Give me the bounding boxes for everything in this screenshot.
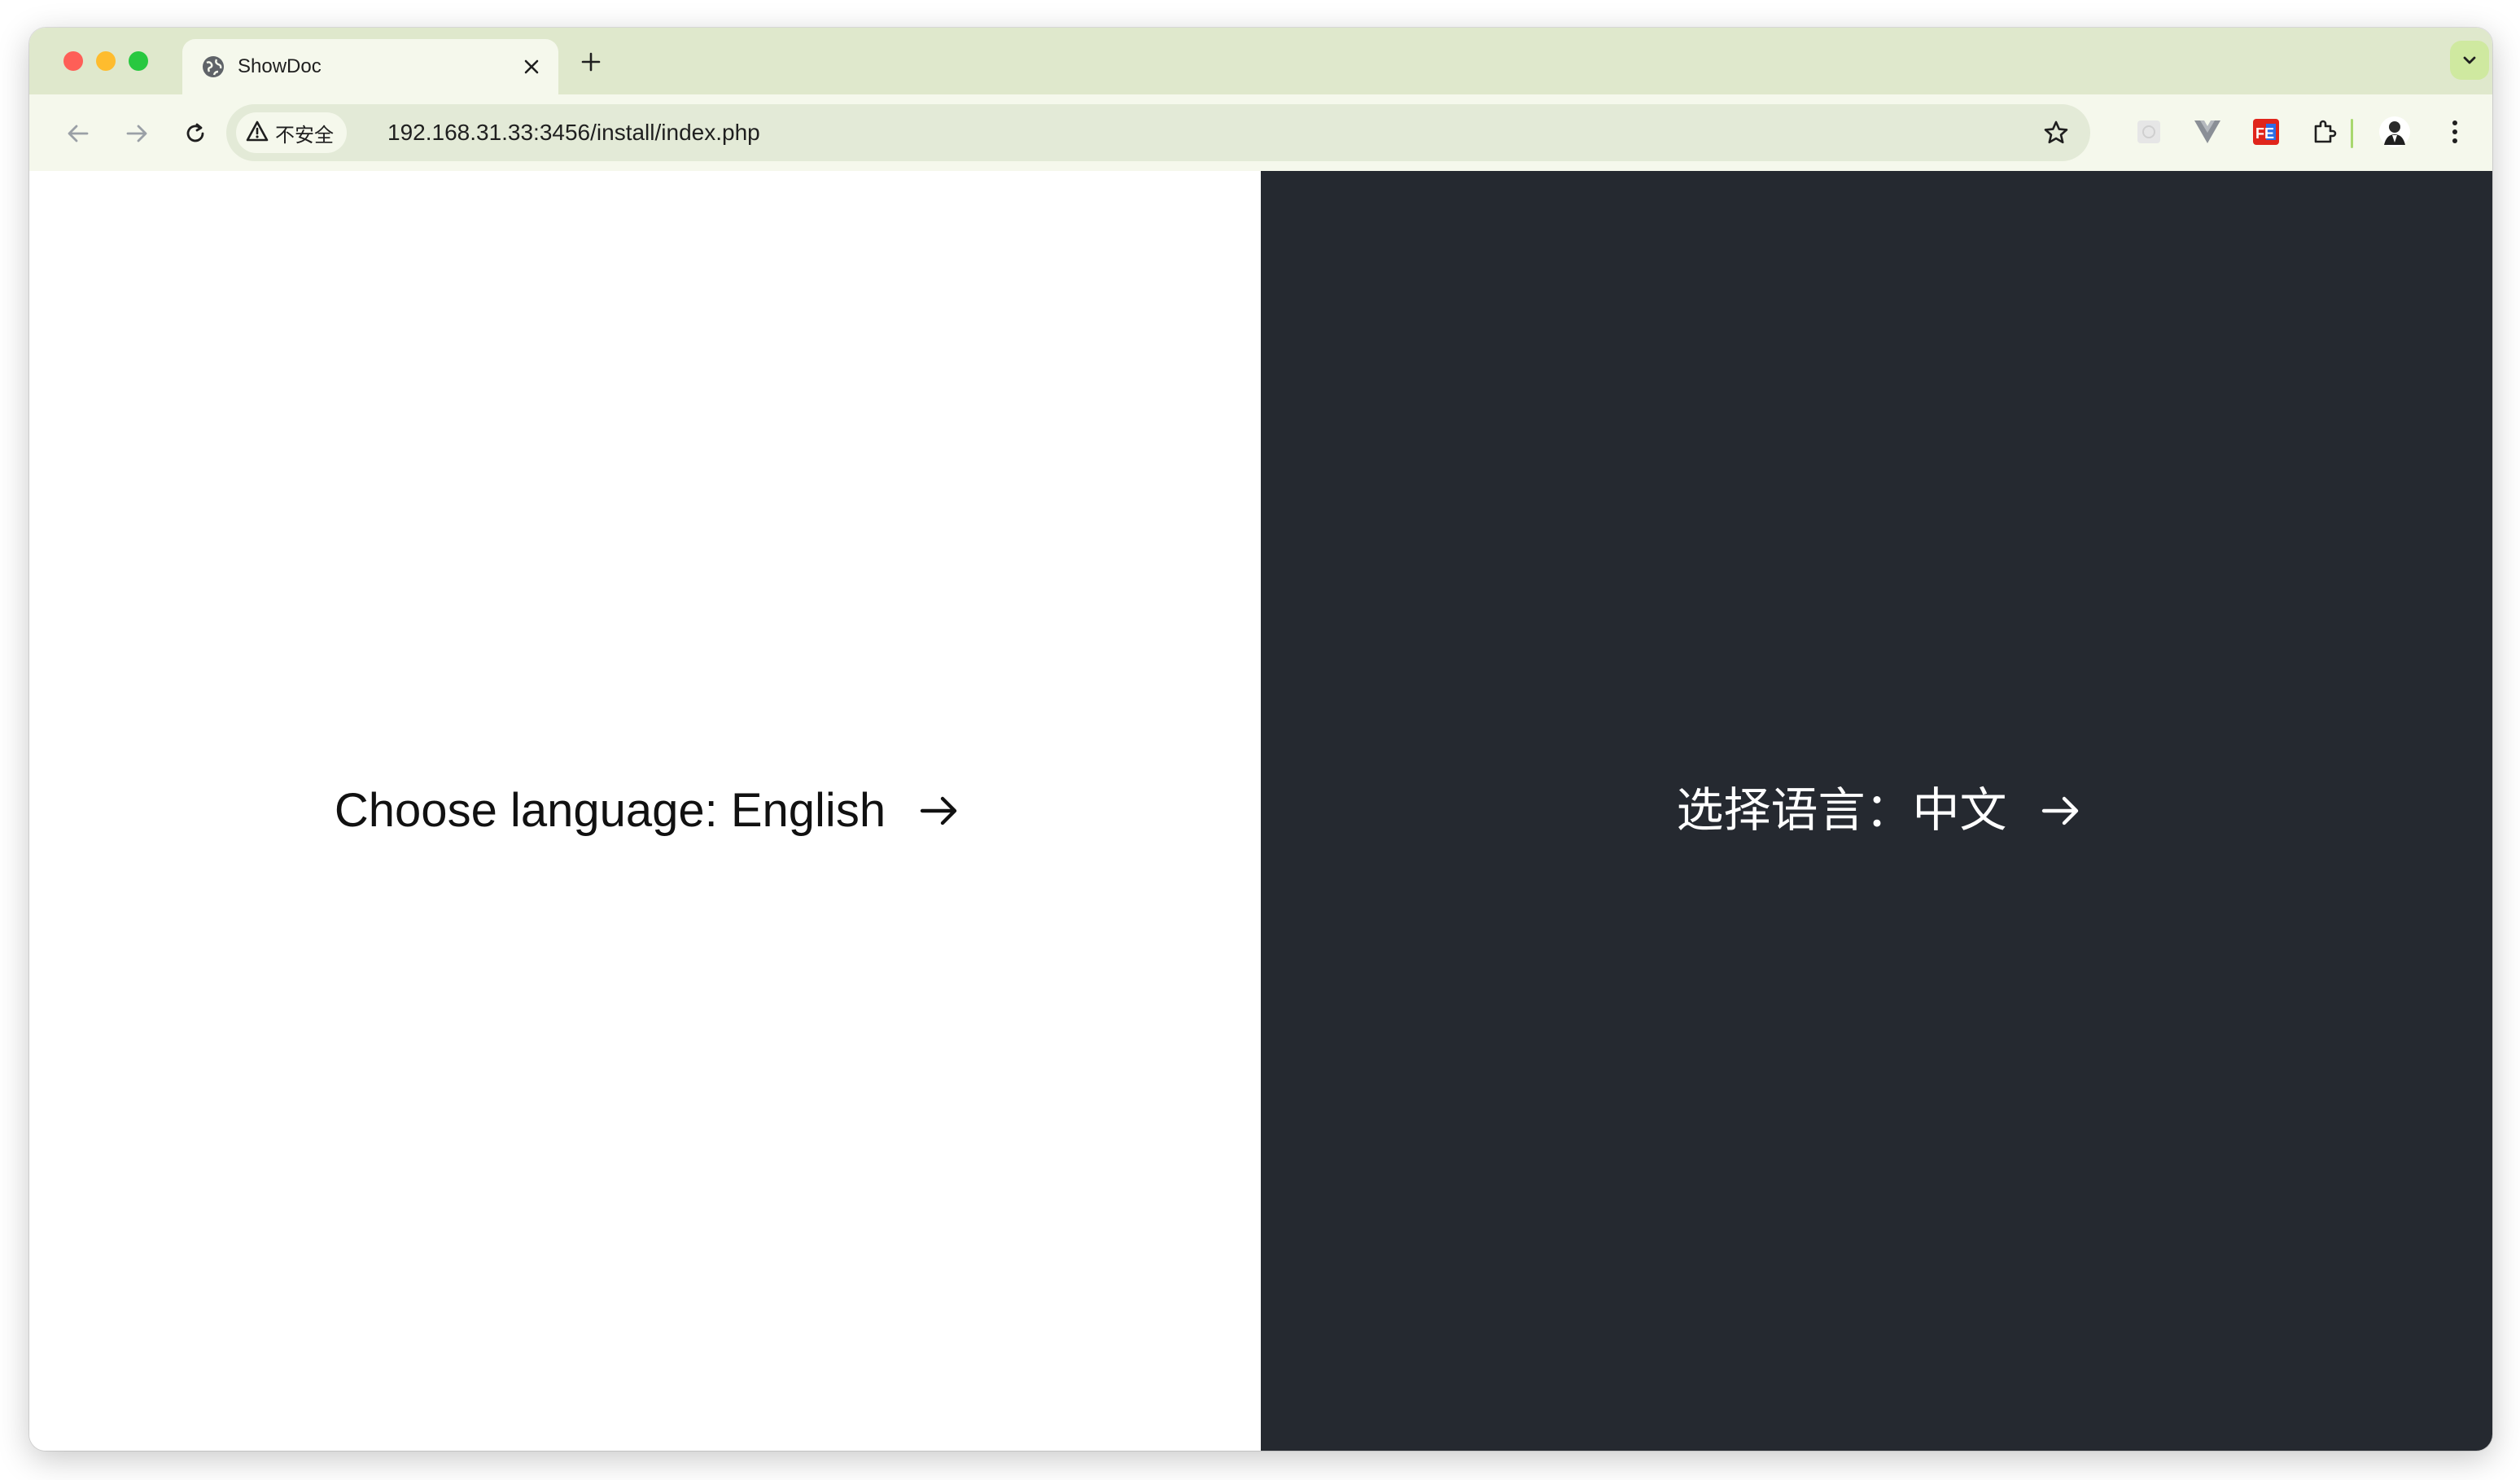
arrow-right-icon [2040,790,2082,832]
security-label: 不安全 [275,124,334,147]
extension-icon[interactable] [2307,114,2343,150]
globe-icon [200,54,226,80]
browser-toolbar: 不安全 192.168.31.33:3456/install/index.php… [29,94,2492,172]
profile-avatar-icon[interactable] [2377,114,2413,150]
english-option-label: Choose language: English [334,784,886,837]
tab-title: ShowDoc [238,55,322,77]
extension-placeholder-icon[interactable] [2131,114,2167,150]
forward-icon[interactable] [119,116,155,151]
arrow-right-icon [918,790,960,832]
svg-text:FE: FE [2255,125,2274,142]
fehelper-icon[interactable]: FE [2248,114,2284,150]
tab-search-button[interactable] [2450,41,2489,80]
toolbar-divider [2351,119,2353,148]
more-menu-icon[interactable] [2437,114,2473,150]
minimize-window-button[interactable] [96,51,116,71]
address-bar[interactable]: 不安全 192.168.31.33:3456/install/index.php [226,104,2090,161]
browser-window: ShowDoc 不安全 192.168.31.33:3456/install/i… [29,28,2492,1451]
tab-showdoc[interactable]: ShowDoc [182,39,558,94]
close-window-button[interactable] [63,51,83,71]
back-icon[interactable] [60,116,96,151]
tab-close-icon[interactable] [519,55,544,79]
tab-strip: ShowDoc [29,28,2492,94]
url-text[interactable]: 192.168.31.33:3456/install/index.php [387,104,760,161]
new-tab-button[interactable] [576,47,606,77]
security-chip[interactable]: 不安全 [236,112,347,153]
chinese-option-label: 选择语言：中文 [1676,784,2007,837]
page-content: Choose language: English 选择语言：中文 [29,171,2492,1451]
english-language-option[interactable]: Choose language: English [29,171,1261,1451]
zoom-window-button[interactable] [129,51,148,71]
chinese-language-option[interactable]: 选择语言：中文 [1261,171,2492,1451]
reload-icon[interactable] [177,116,213,151]
bookmark-star-icon[interactable] [2040,116,2072,149]
vue-devtools-icon[interactable] [2190,114,2225,150]
warning-icon [246,120,269,146]
